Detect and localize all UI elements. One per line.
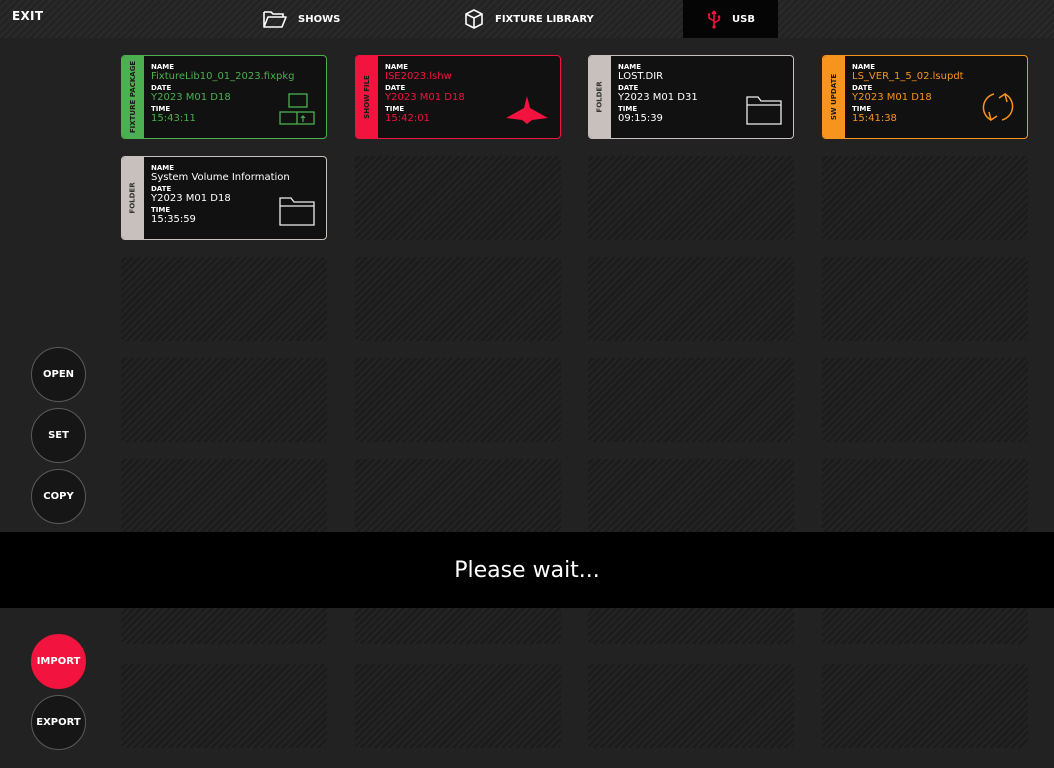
name-label: NAME <box>852 63 876 71</box>
cube-icon <box>465 9 483 29</box>
empty-slot[interactable] <box>355 459 561 543</box>
tab-label: FIXTURE LIBRARY <box>495 13 594 25</box>
file-card[interactable]: SW UPDATE NAME LS_VER_1_5_02.lsupdt DATE… <box>822 55 1028 139</box>
file-type-strip: FOLDER <box>589 56 611 138</box>
export-button[interactable]: EXPORT <box>31 695 86 750</box>
overlay-message: Please wait... <box>454 557 600 583</box>
folder-icon <box>278 195 316 231</box>
empty-slot[interactable] <box>355 358 561 442</box>
file-type-label: FOLDER <box>596 81 604 113</box>
file-grid: FIXTURE PACKAGE NAME FixtureLib10_01_202… <box>0 38 1054 768</box>
file-name: LOST.DIR <box>618 71 664 82</box>
empty-slot[interactable] <box>588 257 794 341</box>
file-name: System Volume Information <box>151 172 290 183</box>
empty-slot[interactable] <box>588 664 794 748</box>
empty-slot[interactable] <box>822 156 1028 240</box>
file-name: LS_VER_1_5_02.lsupdt <box>852 71 964 82</box>
empty-slot[interactable] <box>588 156 794 240</box>
file-type-strip: SW UPDATE <box>823 56 845 138</box>
top-bar: EXIT SHOWS FIXTURE LIBRARY USB <box>0 0 1054 38</box>
set-button[interactable]: SET <box>31 408 86 463</box>
date-label: DATE <box>151 84 172 92</box>
empty-slot[interactable] <box>588 459 794 543</box>
empty-slot[interactable] <box>121 664 327 748</box>
empty-slot[interactable] <box>355 664 561 748</box>
fixture-package-icon <box>278 92 316 130</box>
show-file-icon <box>504 94 550 130</box>
refresh-icon <box>979 88 1017 130</box>
usb-icon <box>707 10 721 29</box>
folder-icon <box>745 94 783 130</box>
file-type-strip: FIXTURE PACKAGE <box>122 56 144 138</box>
tab-label: USB <box>732 13 755 25</box>
please-wait-overlay: Please wait... <box>0 532 1054 608</box>
tab-label: SHOWS <box>298 13 341 25</box>
empty-slot[interactable] <box>355 257 561 341</box>
exit-button[interactable]: EXIT <box>12 9 43 23</box>
empty-slot[interactable] <box>121 358 327 442</box>
file-type-strip: SHOW FILE <box>356 56 378 138</box>
tab-shows[interactable]: SHOWS <box>262 0 340 38</box>
folder-icon <box>263 11 287 28</box>
file-type-label: SHOW FILE <box>363 75 372 119</box>
date-label: DATE <box>151 185 172 193</box>
file-card[interactable]: FOLDER NAME System Volume Information DA… <box>121 156 327 240</box>
empty-slot[interactable] <box>121 459 327 543</box>
empty-slot[interactable] <box>822 664 1028 748</box>
file-type-label: FIXTURE PACKAGE <box>129 60 138 134</box>
tab-usb[interactable]: USB <box>683 0 778 38</box>
file-name: FixtureLib10_01_2023.fixpkg <box>151 71 295 82</box>
empty-slot[interactable] <box>822 358 1028 442</box>
name-label: NAME <box>618 63 642 71</box>
date-label: DATE <box>618 84 639 92</box>
empty-slot[interactable] <box>121 257 327 341</box>
tab-fixture-library[interactable]: FIXTURE LIBRARY <box>463 0 594 38</box>
name-label: NAME <box>151 164 175 172</box>
file-type-strip: FOLDER <box>122 157 144 239</box>
empty-slot[interactable] <box>588 358 794 442</box>
name-label: NAME <box>385 63 409 71</box>
date-label: DATE <box>385 84 406 92</box>
file-type-label: FOLDER <box>129 182 137 214</box>
name-label: NAME <box>151 63 175 71</box>
file-type-label: SW UPDATE <box>830 73 839 121</box>
file-card[interactable]: FOLDER NAME LOST.DIR DATE Y2023 M01 D31 … <box>588 55 794 139</box>
file-card[interactable]: FIXTURE PACKAGE NAME FixtureLib10_01_202… <box>121 55 327 139</box>
open-button[interactable]: OPEN <box>31 347 86 402</box>
empty-slot[interactable] <box>355 156 561 240</box>
copy-button[interactable]: COPY <box>31 469 86 524</box>
empty-slot[interactable] <box>822 459 1028 543</box>
file-card[interactable]: SHOW FILE NAME ISE2023.lshw DATE Y2023 M… <box>355 55 561 139</box>
import-button[interactable]: IMPORT <box>31 634 86 689</box>
empty-slot[interactable] <box>822 257 1028 341</box>
file-name: ISE2023.lshw <box>385 71 452 82</box>
